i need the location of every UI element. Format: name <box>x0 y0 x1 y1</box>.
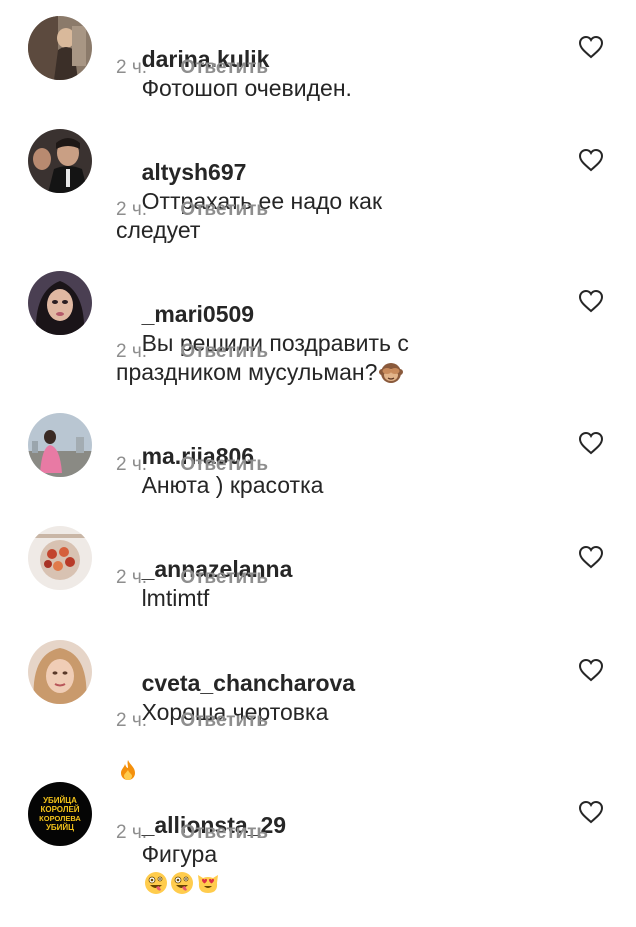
svg-text:КОРОЛЕВА: КОРОЛЕВА <box>39 814 81 823</box>
comment-text: Фигура <box>141 841 218 867</box>
reply-button[interactable]: Ответить <box>180 710 268 731</box>
reply-button[interactable]: Ответить <box>180 454 268 475</box>
avatar[interactable] <box>28 271 92 335</box>
reply-button[interactable]: Ответить <box>180 567 268 588</box>
see-no-evil-monkey-emoji <box>379 363 404 383</box>
avatar[interactable]: УБИЙЦА КОРОЛЕЙ КОРОЛЕВА УБИЙЦ <box>28 782 92 846</box>
heart-outline-icon[interactable] <box>578 148 604 172</box>
comment-time: 2 ч. <box>116 822 148 843</box>
avatar[interactable] <box>28 640 92 704</box>
heart-outline-icon[interactable] <box>578 545 604 569</box>
comment-username[interactable]: _mari0509 <box>142 301 255 327</box>
reply-button[interactable]: Ответить <box>180 822 268 843</box>
heart-outline-icon[interactable] <box>578 431 604 455</box>
heart-outline-icon[interactable] <box>578 800 604 824</box>
comment-time: 2 ч. <box>116 567 148 588</box>
zany-face-emoji <box>144 872 167 894</box>
heart-eyes-cat-emoji <box>197 875 218 893</box>
comment-time: 2 ч. <box>116 199 148 220</box>
heart-outline-icon[interactable] <box>578 658 604 682</box>
comment-time: 2 ч. <box>116 341 148 362</box>
svg-text:УБИЙЦ: УБИЙЦ <box>46 823 74 832</box>
zany-face-emoji <box>170 872 193 894</box>
comment-time: 2 ч. <box>116 710 148 731</box>
avatar[interactable] <box>28 16 92 80</box>
avatar[interactable] <box>28 526 92 590</box>
svg-text:УБИЙЦА: УБИЙЦА <box>43 796 77 805</box>
heart-outline-icon[interactable] <box>578 289 604 313</box>
comment-time: 2 ч. <box>116 454 148 475</box>
comment-username[interactable]: altysh697 <box>142 159 247 185</box>
avatar[interactable] <box>28 129 92 193</box>
reply-button[interactable]: Ответить <box>180 57 268 78</box>
svg-text:КОРОЛЕЙ: КОРОЛЕЙ <box>40 805 79 814</box>
fire-emoji <box>121 760 135 780</box>
reply-button[interactable]: Ответить <box>180 199 268 220</box>
comment-time: 2 ч. <box>116 57 148 78</box>
avatar[interactable] <box>28 413 92 477</box>
reply-button[interactable]: Ответить <box>180 341 268 362</box>
heart-outline-icon[interactable] <box>578 35 604 59</box>
comment-username[interactable]: cveta_chancharova <box>142 670 356 696</box>
